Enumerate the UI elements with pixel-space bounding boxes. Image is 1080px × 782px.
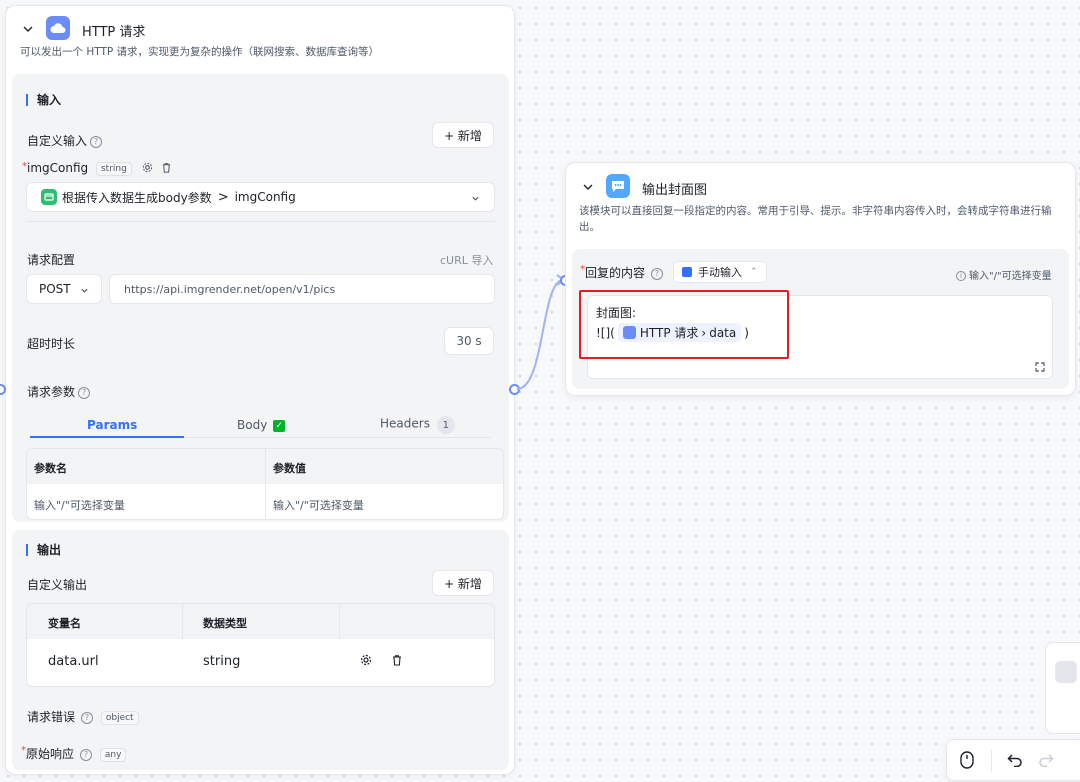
tab-headers[interactable]: Headers 1 xyxy=(380,416,455,434)
headers-count-badge: 1 xyxy=(436,416,455,434)
reference-target: imgConfig xyxy=(234,190,296,204)
offscreen-node[interactable] xyxy=(1045,642,1080,734)
variable-type-tag: string xyxy=(95,161,132,176)
request-error-row: 请求错误? object xyxy=(27,708,139,725)
reply-content-label: *回复的内容? xyxy=(580,264,664,281)
output-section-title: 输出 xyxy=(26,544,61,556)
http-node-description: 可以发出一个 HTTP 请求，实现更为复杂的操作（联网搜索、数据库查询等） xyxy=(20,46,380,58)
output-var-name: data.url xyxy=(48,654,99,669)
column-divider xyxy=(182,604,183,639)
mouse-mode-icon[interactable] xyxy=(960,751,978,771)
output-section: 输出 自定义输出 + 新增 变量名 数据类型 data.url string 请… xyxy=(12,530,509,770)
column-header: 参数名 xyxy=(34,462,67,475)
info-icon: i xyxy=(956,271,966,281)
timeout-label: 超时时长 xyxy=(27,337,76,351)
param-value-input[interactable]: 输入"/"可选择变量 xyxy=(273,497,364,513)
method-select[interactable]: POST xyxy=(26,274,102,304)
trash-icon[interactable] xyxy=(161,162,172,176)
request-config-label: 请求配置 xyxy=(27,253,76,267)
error-type-tag: object xyxy=(100,710,139,725)
variable-reference-select[interactable]: 根据传入数据生成body参数 > imgConfig xyxy=(26,182,495,212)
output-cover-node[interactable]: 输出封面图 该模块可以直接回复一段指定的内容。常用于引导、提示。非字符串内容传入… xyxy=(565,162,1076,396)
input-variable-row: *imgConfig string xyxy=(22,161,172,176)
help-icon[interactable]: ? xyxy=(80,748,93,761)
column-divider xyxy=(339,604,340,639)
sort-arrows-icon: ⌃ xyxy=(750,267,758,277)
add-input-button[interactable]: + 新增 xyxy=(432,122,494,148)
collapse-chevron-icon[interactable] xyxy=(23,23,33,37)
output-node-description: 该模块可以直接回复一段指定的内容。常用于引导、提示。非字符串内容传入时，会转成字… xyxy=(579,205,1052,233)
http-cloud-icon xyxy=(46,16,70,40)
raw-type-tag: any xyxy=(99,747,127,762)
http-node-title: HTTP 请求 xyxy=(82,25,146,40)
expand-icon[interactable] xyxy=(1035,361,1045,375)
column-header: 变量名 xyxy=(48,617,81,630)
input-section: 输入 自定义输入? + 新增 *imgConfig string 根据传入数据生… xyxy=(12,74,509,522)
url-input[interactable]: https://api.imgrender.net/open/v1/pics xyxy=(109,274,495,304)
highlight-box xyxy=(579,290,789,359)
variable-hint: i 输入"/"可选择变量 xyxy=(956,267,1052,282)
http-request-node[interactable]: HTTP 请求 可以发出一个 HTTP 请求，实现更为复杂的操作（联网搜索、数据… xyxy=(5,5,515,775)
curl-import-link[interactable]: cURL 导入 xyxy=(440,252,493,268)
custom-input-label: 自定义输入? xyxy=(27,132,103,149)
custom-output-label: 自定义输出 xyxy=(27,578,88,592)
edit-mode-icon xyxy=(682,267,692,277)
column-header: 数据类型 xyxy=(203,617,247,630)
output-var-type: string xyxy=(203,654,241,669)
add-output-button[interactable]: + 新增 xyxy=(432,570,494,596)
raw-response-row: *原始响应? any xyxy=(21,745,127,762)
column-divider xyxy=(265,449,266,519)
chevron-down-icon xyxy=(471,192,480,206)
tab-params[interactable]: Params xyxy=(87,418,137,432)
collapse-chevron-icon[interactable] xyxy=(583,181,593,195)
params-table: 参数名 参数值 输入"/"可选择变量 输入"/"可选择变量 xyxy=(26,448,504,520)
output-table: 变量名 数据类型 data.url string xyxy=(26,603,495,687)
method-value: POST xyxy=(39,282,71,296)
gear-icon[interactable] xyxy=(360,654,372,669)
chat-bubble-icon xyxy=(606,174,630,198)
reference-source: 根据传入数据生成body参数 xyxy=(62,190,212,205)
offscreen-node-icon xyxy=(1055,661,1077,683)
help-icon[interactable]: ? xyxy=(78,386,91,399)
help-icon[interactable]: ? xyxy=(81,711,94,724)
tab-active-indicator xyxy=(30,436,184,438)
canvas-toolbar xyxy=(946,739,1080,781)
tab-body[interactable]: Body ✓ xyxy=(237,418,286,432)
help-icon[interactable]: ? xyxy=(651,267,664,280)
request-params-label: 请求参数? xyxy=(27,383,91,400)
workflow-node-icon xyxy=(41,189,57,205)
variable-name: imgConfig xyxy=(27,161,89,175)
chevron-down-icon xyxy=(80,284,89,298)
reference-separator: > xyxy=(217,189,229,205)
toolbar-divider xyxy=(991,750,992,772)
redo-icon[interactable] xyxy=(1038,753,1054,770)
divider xyxy=(26,221,495,222)
gear-icon[interactable] xyxy=(142,162,153,176)
output-table-header xyxy=(27,604,494,639)
column-header: 参数值 xyxy=(273,462,306,475)
timeout-input[interactable]: 30 s xyxy=(444,327,494,355)
checkmark-icon: ✓ xyxy=(273,419,286,432)
undo-icon[interactable] xyxy=(1007,753,1023,770)
output-node-title: 输出封面图 xyxy=(642,183,708,198)
input-mode-select[interactable]: 手动输入 ⌃ xyxy=(673,261,767,283)
param-name-input[interactable]: 输入"/"可选择变量 xyxy=(34,497,125,513)
trash-icon[interactable] xyxy=(391,654,403,669)
input-section-title: 输入 xyxy=(26,94,61,106)
help-icon[interactable]: ? xyxy=(90,135,103,148)
